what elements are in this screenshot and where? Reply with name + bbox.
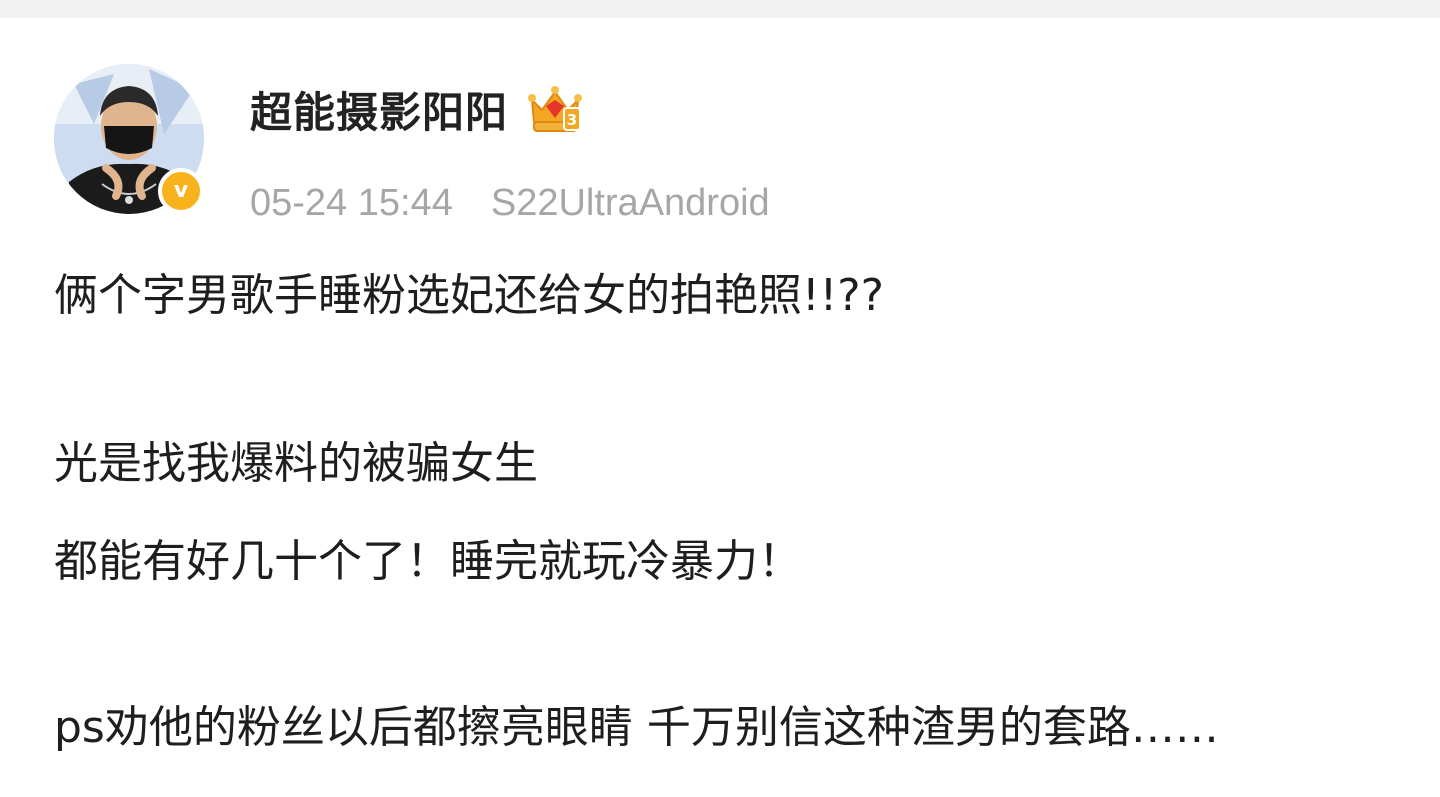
post-meta: 05-24 15:44 S22UltraAndroid xyxy=(250,178,770,228)
weibo-post-card: v 超能摄影阳阳 3 05-24 15:44 S22UltraAndroid 俩… xyxy=(0,18,1440,797)
post-text-line: 光是找我爆料的被骗女生 xyxy=(54,438,538,489)
post-source: S22UltraAndroid xyxy=(490,181,770,224)
verified-icon: v xyxy=(158,168,204,214)
author-avatar[interactable]: v xyxy=(54,64,204,214)
post-text-line: 俩个字男歌手睡粉选妃还给女的拍艳照!!?? xyxy=(54,270,884,321)
verified-label: v xyxy=(173,178,189,203)
post-text-line: ps劝他的粉丝以后都擦亮眼睛 千万别信这种渣男的套路…… xyxy=(54,702,1219,753)
author-name[interactable]: 超能摄影阳阳 xyxy=(250,79,508,140)
post-text-line: 都能有好几十个了！睡完就玩冷暴力！ xyxy=(54,536,802,587)
top-separator xyxy=(0,0,1440,18)
crown-icon[interactable]: 3 xyxy=(526,82,584,136)
vip-level: 3 xyxy=(567,111,577,129)
author-header: 超能摄影阳阳 3 xyxy=(250,78,584,140)
post-timestamp: 05-24 15:44 xyxy=(250,181,453,224)
